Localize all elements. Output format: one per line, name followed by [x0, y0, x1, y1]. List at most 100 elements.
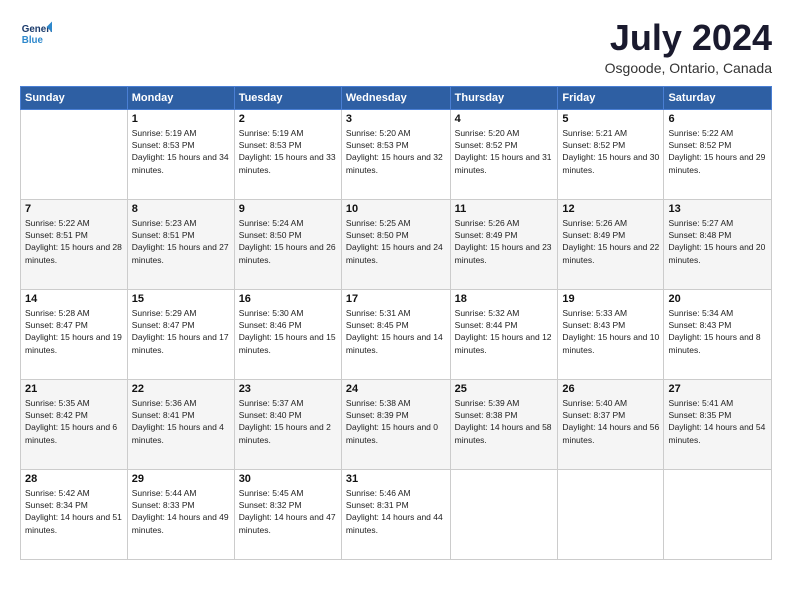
- day-number: 10: [346, 203, 446, 215]
- table-row: 17 Sunrise: 5:31 AMSunset: 8:45 PMDayligh…: [341, 289, 450, 379]
- day-info: Sunrise: 5:22 AMSunset: 8:51 PMDaylight:…: [25, 217, 123, 266]
- day-info: Sunrise: 5:26 AMSunset: 8:49 PMDaylight:…: [562, 217, 659, 266]
- table-row: 30 Sunrise: 5:45 AMSunset: 8:32 PMDayligh…: [234, 469, 341, 559]
- header-row: Sunday Monday Tuesday Wednesday Thursday…: [21, 86, 772, 109]
- calendar-week-row: 21Sunrise: 5:35 AMSunset: 8:42 PMDayligh…: [21, 379, 772, 469]
- day-number: 5: [562, 113, 659, 125]
- title-area: July 2024 Osgoode, Ontario, Canada: [605, 18, 772, 76]
- table-row: 7Sunrise: 5:22 AMSunset: 8:51 PMDaylight…: [21, 199, 128, 289]
- day-number: 24: [346, 383, 446, 395]
- table-row: 22 Sunrise: 5:36 AMSunset: 8:41 PMDayligh…: [127, 379, 234, 469]
- header: General Blue July 2024 Osgoode, Ontario,…: [20, 18, 772, 76]
- table-row: 3 Sunrise: 5:20 AMSunset: 8:53 PMDaylight…: [341, 109, 450, 199]
- day-number: 30: [239, 473, 337, 485]
- day-info: Sunrise: 5:34 AMSunset: 8:43 PMDaylight:…: [668, 307, 767, 356]
- day-info: Sunrise: 5:42 AMSunset: 8:34 PMDaylight:…: [25, 487, 123, 536]
- day-info: Sunrise: 5:28 AMSunset: 8:47 PMDaylight:…: [25, 307, 123, 356]
- table-row: 20Sunrise: 5:34 AMSunset: 8:43 PMDayligh…: [664, 289, 772, 379]
- logo: General Blue: [20, 18, 52, 50]
- day-number: 2: [239, 113, 337, 125]
- table-row: [558, 469, 664, 559]
- day-number: 29: [132, 473, 230, 485]
- table-row: 27 Sunrise: 5:41 AMSunset: 8:35 PMDayligh…: [664, 379, 772, 469]
- day-info: Sunrise: 5:20 AMSunset: 8:53 PMDaylight:…: [346, 127, 446, 176]
- day-number: 27: [668, 383, 767, 395]
- day-info: Sunrise: 5:21 AMSunset: 8:52 PMDaylight:…: [562, 127, 659, 176]
- day-number: 1: [132, 113, 230, 125]
- day-number: 31: [346, 473, 446, 485]
- table-row: 29 Sunrise: 5:44 AMSunset: 8:33 PMDayligh…: [127, 469, 234, 559]
- table-row: 21Sunrise: 5:35 AMSunset: 8:42 PMDayligh…: [21, 379, 128, 469]
- day-info: Sunrise: 5:19 AMSunset: 8:53 PMDaylight:…: [239, 127, 337, 176]
- table-row: 24Sunrise: 5:38 AMSunset: 8:39 PMDayligh…: [341, 379, 450, 469]
- table-row: 19 Sunrise: 5:33 AMSunset: 8:43 PMDayligh…: [558, 289, 664, 379]
- day-info: Sunrise: 5:44 AMSunset: 8:33 PMDaylight:…: [132, 487, 230, 536]
- day-info: Sunrise: 5:39 AMSunset: 8:38 PMDaylight:…: [455, 397, 554, 446]
- day-info: Sunrise: 5:31 AMSunset: 8:45 PMDaylight:…: [346, 307, 446, 356]
- table-row: [450, 469, 558, 559]
- table-row: 6Sunrise: 5:22 AMSunset: 8:52 PMDaylight…: [664, 109, 772, 199]
- table-row: 5 Sunrise: 5:21 AMSunset: 8:52 PMDaylight…: [558, 109, 664, 199]
- day-info: Sunrise: 5:24 AMSunset: 8:50 PMDaylight:…: [239, 217, 337, 266]
- col-saturday: Saturday: [664, 86, 772, 109]
- table-row: 23Sunrise: 5:37 AMSunset: 8:40 PMDayligh…: [234, 379, 341, 469]
- table-row: 1 Sunrise: 5:19 AMSunset: 8:53 PMDaylight…: [127, 109, 234, 199]
- day-info: Sunrise: 5:25 AMSunset: 8:50 PMDaylight:…: [346, 217, 446, 266]
- svg-text:General: General: [22, 24, 52, 35]
- day-info: Sunrise: 5:37 AMSunset: 8:40 PMDaylight:…: [239, 397, 337, 446]
- day-info: Sunrise: 5:23 AMSunset: 8:51 PMDaylight:…: [132, 217, 230, 266]
- calendar-week-row: 7Sunrise: 5:22 AMSunset: 8:51 PMDaylight…: [21, 199, 772, 289]
- day-info: Sunrise: 5:33 AMSunset: 8:43 PMDaylight:…: [562, 307, 659, 356]
- col-monday: Monday: [127, 86, 234, 109]
- day-number: 28: [25, 473, 123, 485]
- day-number: 9: [239, 203, 337, 215]
- day-info: Sunrise: 5:20 AMSunset: 8:52 PMDaylight:…: [455, 127, 554, 176]
- calendar-week-row: 1 Sunrise: 5:19 AMSunset: 8:53 PMDaylight…: [21, 109, 772, 199]
- table-row: 10 Sunrise: 5:25 AMSunset: 8:50 PMDayligh…: [341, 199, 450, 289]
- calendar-week-row: 14 Sunrise: 5:28 AMSunset: 8:47 PMDayligh…: [21, 289, 772, 379]
- table-row: 8 Sunrise: 5:23 AMSunset: 8:51 PMDaylight…: [127, 199, 234, 289]
- table-row: 15 Sunrise: 5:29 AMSunset: 8:47 PMDayligh…: [127, 289, 234, 379]
- day-info: Sunrise: 5:32 AMSunset: 8:44 PMDaylight:…: [455, 307, 554, 356]
- day-number: 4: [455, 113, 554, 125]
- day-number: 14: [25, 293, 123, 305]
- col-thursday: Thursday: [450, 86, 558, 109]
- day-number: 15: [132, 293, 230, 305]
- table-row: [664, 469, 772, 559]
- day-info: Sunrise: 5:41 AMSunset: 8:35 PMDaylight:…: [668, 397, 767, 446]
- day-number: 3: [346, 113, 446, 125]
- day-info: Sunrise: 5:40 AMSunset: 8:37 PMDaylight:…: [562, 397, 659, 446]
- day-number: 19: [562, 293, 659, 305]
- day-info: Sunrise: 5:45 AMSunset: 8:32 PMDaylight:…: [239, 487, 337, 536]
- table-row: 26Sunrise: 5:40 AMSunset: 8:37 PMDayligh…: [558, 379, 664, 469]
- col-tuesday: Tuesday: [234, 86, 341, 109]
- day-number: 22: [132, 383, 230, 395]
- calendar-page: General Blue July 2024 Osgoode, Ontario,…: [0, 0, 792, 612]
- table-row: 28 Sunrise: 5:42 AMSunset: 8:34 PMDayligh…: [21, 469, 128, 559]
- calendar-week-row: 28 Sunrise: 5:42 AMSunset: 8:34 PMDayligh…: [21, 469, 772, 559]
- day-number: 8: [132, 203, 230, 215]
- day-info: Sunrise: 5:35 AMSunset: 8:42 PMDaylight:…: [25, 397, 123, 446]
- table-row: 25Sunrise: 5:39 AMSunset: 8:38 PMDayligh…: [450, 379, 558, 469]
- day-info: Sunrise: 5:46 AMSunset: 8:31 PMDaylight:…: [346, 487, 446, 536]
- day-info: Sunrise: 5:27 AMSunset: 8:48 PMDaylight:…: [668, 217, 767, 266]
- day-info: Sunrise: 5:36 AMSunset: 8:41 PMDaylight:…: [132, 397, 230, 446]
- col-wednesday: Wednesday: [341, 86, 450, 109]
- day-number: 12: [562, 203, 659, 215]
- table-row: 12 Sunrise: 5:26 AMSunset: 8:49 PMDayligh…: [558, 199, 664, 289]
- col-friday: Friday: [558, 86, 664, 109]
- table-row: 14 Sunrise: 5:28 AMSunset: 8:47 PMDayligh…: [21, 289, 128, 379]
- logo-icon: General Blue: [20, 18, 52, 50]
- day-info: Sunrise: 5:19 AMSunset: 8:53 PMDaylight:…: [132, 127, 230, 176]
- day-number: 17: [346, 293, 446, 305]
- table-row: 16Sunrise: 5:30 AMSunset: 8:46 PMDayligh…: [234, 289, 341, 379]
- day-info: Sunrise: 5:29 AMSunset: 8:47 PMDaylight:…: [132, 307, 230, 356]
- table-row: 2 Sunrise: 5:19 AMSunset: 8:53 PMDaylight…: [234, 109, 341, 199]
- table-row: [21, 109, 128, 199]
- table-row: 31 Sunrise: 5:46 AMSunset: 8:31 PMDayligh…: [341, 469, 450, 559]
- day-number: 13: [668, 203, 767, 215]
- location: Osgoode, Ontario, Canada: [605, 60, 772, 76]
- table-row: 13 Sunrise: 5:27 AMSunset: 8:48 PMDayligh…: [664, 199, 772, 289]
- svg-text:Blue: Blue: [22, 35, 44, 46]
- day-number: 16: [239, 293, 337, 305]
